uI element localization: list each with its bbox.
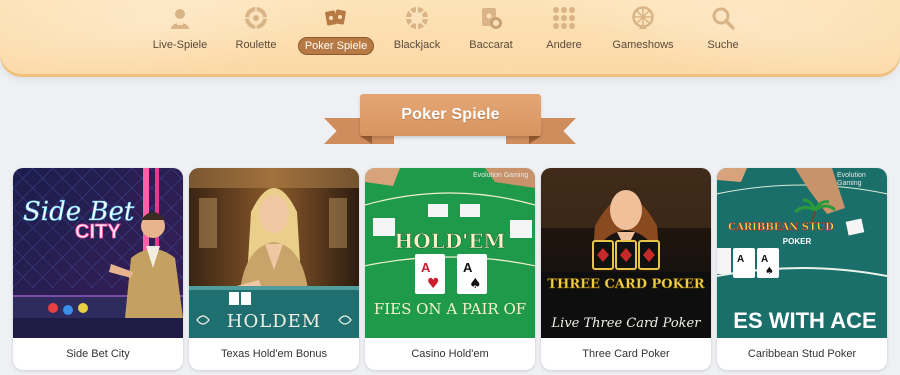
svg-text:A: A <box>463 260 473 275</box>
nav-label: Live-Spiele <box>152 39 208 51</box>
game-title: Texas Hold'em Bonus <box>220 348 328 360</box>
nav-item-baccarat[interactable]: Baccarat <box>451 6 531 56</box>
ribbon-banner: Poker Spiele <box>360 94 541 136</box>
game-card-three-card-poker[interactable]: THREE CARD POKER Live Three Card Poker T… <box>541 168 711 370</box>
svg-text:A: A <box>761 254 768 265</box>
provider-logo: Evolution Gaming <box>473 172 529 179</box>
nav-label: Gameshows <box>612 39 674 51</box>
nav-label: Poker Spiele <box>297 37 375 55</box>
game-art-text: CARIBBEAN STUD <box>728 222 834 233</box>
svg-text:♠: ♠ <box>765 266 774 277</box>
svg-text:CITY: CITY <box>75 221 121 243</box>
nav-label: Suche <box>707 39 739 51</box>
game-thumbnail: THREE CARD POKER Live Three Card Poker <box>541 168 711 338</box>
game-thumbnail: Side Bet CITY <box>13 168 183 338</box>
nav-item-poker-spiele[interactable]: Poker Spiele <box>296 6 376 56</box>
section-ribbon: Poker Spiele <box>320 92 578 148</box>
provider-logo: Evolution Gaming <box>837 172 866 187</box>
search-icon <box>712 7 735 30</box>
game-art-text: HOLD'EM <box>394 229 505 253</box>
game-title: Caribbean Stud Poker <box>747 348 857 360</box>
poker-chip-icon <box>406 7 428 29</box>
game-title: Side Bet City <box>66 348 130 360</box>
game-card-casino-holdem[interactable]: HOLD'EM A ♥ A ♠ FIES ON A PAIR OF Evolut… <box>365 168 535 370</box>
svg-text:♥: ♥ <box>427 276 440 292</box>
playing-cards-icon <box>325 9 346 26</box>
nav-item-suche[interactable]: Suche <box>683 6 763 56</box>
game-art-text: POKER <box>783 237 812 246</box>
game-art-text: FIES ON A PAIR OF <box>374 300 526 318</box>
game-card-caribbean-stud-poker[interactable]: CARIBBEAN STUD POKER A A ♠ ES WITH ACE E… <box>717 168 887 370</box>
nav-item-blackjack[interactable]: Blackjack <box>377 6 457 56</box>
svg-text:♠: ♠ <box>469 276 482 292</box>
roulette-wheel-icon <box>245 7 267 29</box>
ribbon-fold <box>360 136 372 144</box>
nav-label: Baccarat <box>469 39 513 51</box>
game-title: Three Card Poker <box>582 348 670 360</box>
game-card-texas-holdem-bonus[interactable]: HOLDEM Texas Hold'em Bonus <box>189 168 359 370</box>
ribbon-fold <box>529 136 541 144</box>
money-wheel-icon <box>632 6 654 29</box>
game-thumbnail: HOLDEM <box>189 168 359 338</box>
game-art-text: Live Three Card Poker <box>551 316 702 331</box>
game-art-text: THREE CARD POKER <box>547 277 704 292</box>
nav-label: Andere <box>546 39 582 51</box>
nav-label: Blackjack <box>393 39 441 51</box>
dots-grid-icon <box>553 7 575 29</box>
svg-text:A: A <box>737 254 744 265</box>
playing-cards <box>592 240 660 270</box>
nav-item-gameshows[interactable]: Gameshows <box>603 6 683 56</box>
svg-text:A: A <box>421 260 431 275</box>
game-art-text: HOLDEM <box>227 311 321 332</box>
game-card-side-bet-city[interactable]: Side Bet CITY Side Bet City <box>13 168 183 370</box>
nav-item-live-spiele[interactable]: Live-Spiele <box>140 6 220 56</box>
game-title: Casino Hold'em <box>411 348 489 360</box>
nav-item-andere[interactable]: Andere <box>524 6 604 56</box>
nav-label: Roulette <box>235 39 277 51</box>
card-stack-icon <box>482 8 502 29</box>
top-navigation: Live-Spiele Roulette Poker Spiele Blackj… <box>0 0 900 74</box>
game-thumbnail: HOLD'EM A ♥ A ♠ FIES ON A PAIR OF <box>365 168 535 338</box>
section-title: Poker Spiele <box>401 106 500 123</box>
game-art-text: ES WITH ACE <box>733 308 876 333</box>
nav-item-roulette[interactable]: Roulette <box>216 6 296 56</box>
dealer-icon <box>171 9 189 29</box>
game-thumbnail: CARIBBEAN STUD POKER A A ♠ ES WITH ACE <box>717 168 887 338</box>
